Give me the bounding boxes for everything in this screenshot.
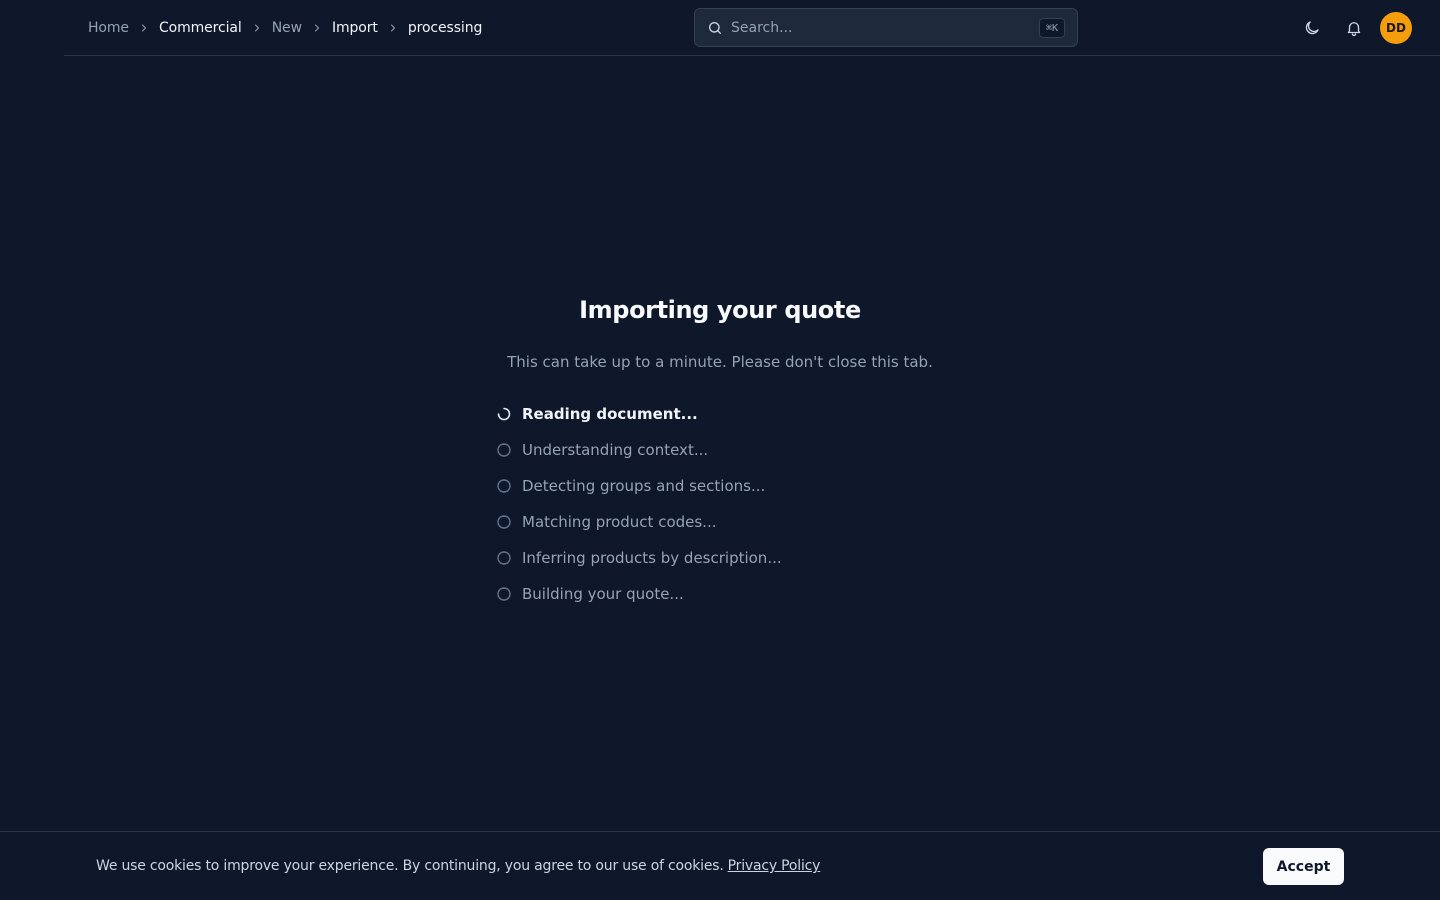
page-subtitle: This can take up to a minute. Please don… — [507, 353, 933, 371]
cookie-banner: We use cookies to improve your experienc… — [0, 831, 1440, 900]
avatar[interactable]: DD — [1380, 12, 1412, 44]
search-icon — [707, 20, 723, 36]
step-label: Detecting groups and sections... — [522, 477, 766, 495]
step-label: Matching product codes... — [522, 513, 717, 531]
accept-cookies-button[interactable]: Accept — [1263, 848, 1344, 885]
step-label: Understanding context... — [522, 441, 709, 459]
chevron-right-icon — [302, 0, 332, 56]
app-root: Home Commercial New Import processing ⌘K… — [0, 0, 1440, 900]
step-label: Inferring products by description... — [522, 549, 782, 567]
notifications-button[interactable] — [1340, 14, 1368, 42]
breadcrumb-commercial[interactable]: Commercial — [159, 20, 242, 36]
bell-icon — [1347, 22, 1361, 37]
search-shortcut-badge: ⌘K — [1038, 18, 1065, 38]
top-header: Home Commercial New Import processing ⌘K… — [64, 0, 1440, 56]
breadcrumb-import[interactable]: Import — [332, 20, 378, 36]
circle-pending-icon — [496, 550, 512, 566]
step-building-quote: Building your quote... — [496, 576, 996, 612]
step-label: Reading document... — [522, 405, 698, 423]
step-understanding-context: Understanding context... — [496, 432, 996, 468]
step-inferring-products: Inferring products by description... — [496, 540, 996, 576]
step-reading-document: Reading document... — [496, 396, 996, 432]
breadcrumb: Home Commercial New Import processing — [88, 0, 482, 56]
chevron-right-icon — [129, 0, 159, 56]
step-detecting-groups: Detecting groups and sections... — [496, 468, 996, 504]
breadcrumb-current: processing — [407, 20, 483, 36]
progress-steps: Reading document... Understanding contex… — [496, 396, 996, 612]
spinner-icon — [496, 406, 512, 422]
step-label: Building your quote... — [522, 585, 684, 603]
breadcrumb-new[interactable]: New — [272, 20, 302, 36]
theme-toggle-button[interactable] — [1298, 14, 1326, 42]
chevron-right-icon — [378, 0, 408, 56]
breadcrumb-home[interactable]: Home — [88, 20, 129, 36]
search-box[interactable]: ⌘K — [694, 8, 1078, 47]
moon-icon — [1305, 21, 1319, 35]
circle-pending-icon — [496, 586, 512, 602]
chevron-right-icon — [242, 0, 272, 56]
privacy-policy-link[interactable]: Privacy Policy — [728, 858, 821, 874]
circle-pending-icon — [496, 514, 512, 530]
circle-pending-icon — [496, 478, 512, 494]
cookie-text-block: We use cookies to improve your experienc… — [96, 858, 820, 874]
cookie-message: We use cookies to improve your experienc… — [96, 858, 724, 874]
search-input[interactable] — [731, 9, 1021, 46]
circle-pending-icon — [496, 442, 512, 458]
step-matching-product-codes: Matching product codes... — [496, 504, 996, 540]
page-title: Importing your quote — [579, 296, 861, 324]
